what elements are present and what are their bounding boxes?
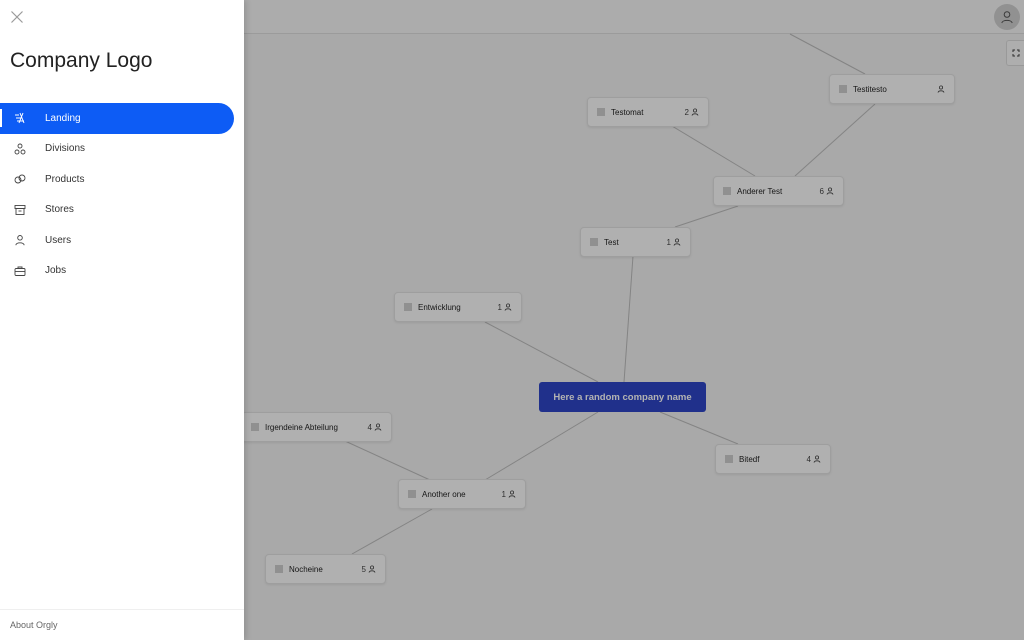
sidebar-item-label: Users [45, 234, 72, 246]
sidebar-item-users[interactable]: Users [0, 225, 244, 256]
sidebar-item-label: Jobs [45, 265, 67, 277]
divisions-icon [14, 143, 26, 155]
drawer-footer: About Orgly [0, 609, 244, 640]
sidebar-item-divisions[interactable]: Divisions [0, 134, 244, 165]
sidebar-item-jobs[interactable]: Jobs [0, 256, 244, 287]
landing-icon [14, 112, 26, 124]
sidebar-item-stores[interactable]: Stores [0, 195, 244, 226]
close-icon [11, 11, 23, 23]
jobs-icon [14, 265, 26, 277]
sidebar-item-products[interactable]: Products [0, 164, 244, 195]
users-icon [14, 234, 26, 246]
sidebar-item-label: Landing [45, 112, 81, 124]
sidebar-item-landing[interactable]: Landing [0, 103, 234, 134]
sidebar-item-label: Divisions [45, 143, 86, 155]
products-icon [14, 173, 26, 185]
close-drawer-button[interactable] [10, 10, 24, 24]
about-link[interactable]: About Orgly [10, 620, 58, 630]
sidebar-nav: Landing Divisions Products Stores Users [0, 103, 244, 286]
stores-icon [14, 204, 26, 216]
company-logo[interactable]: Company Logo [10, 49, 152, 73]
sidebar-item-label: Stores [45, 204, 74, 216]
sidebar-item-label: Products [45, 173, 85, 185]
navigation-drawer: Company Logo Landing Divisions Products … [0, 0, 244, 640]
